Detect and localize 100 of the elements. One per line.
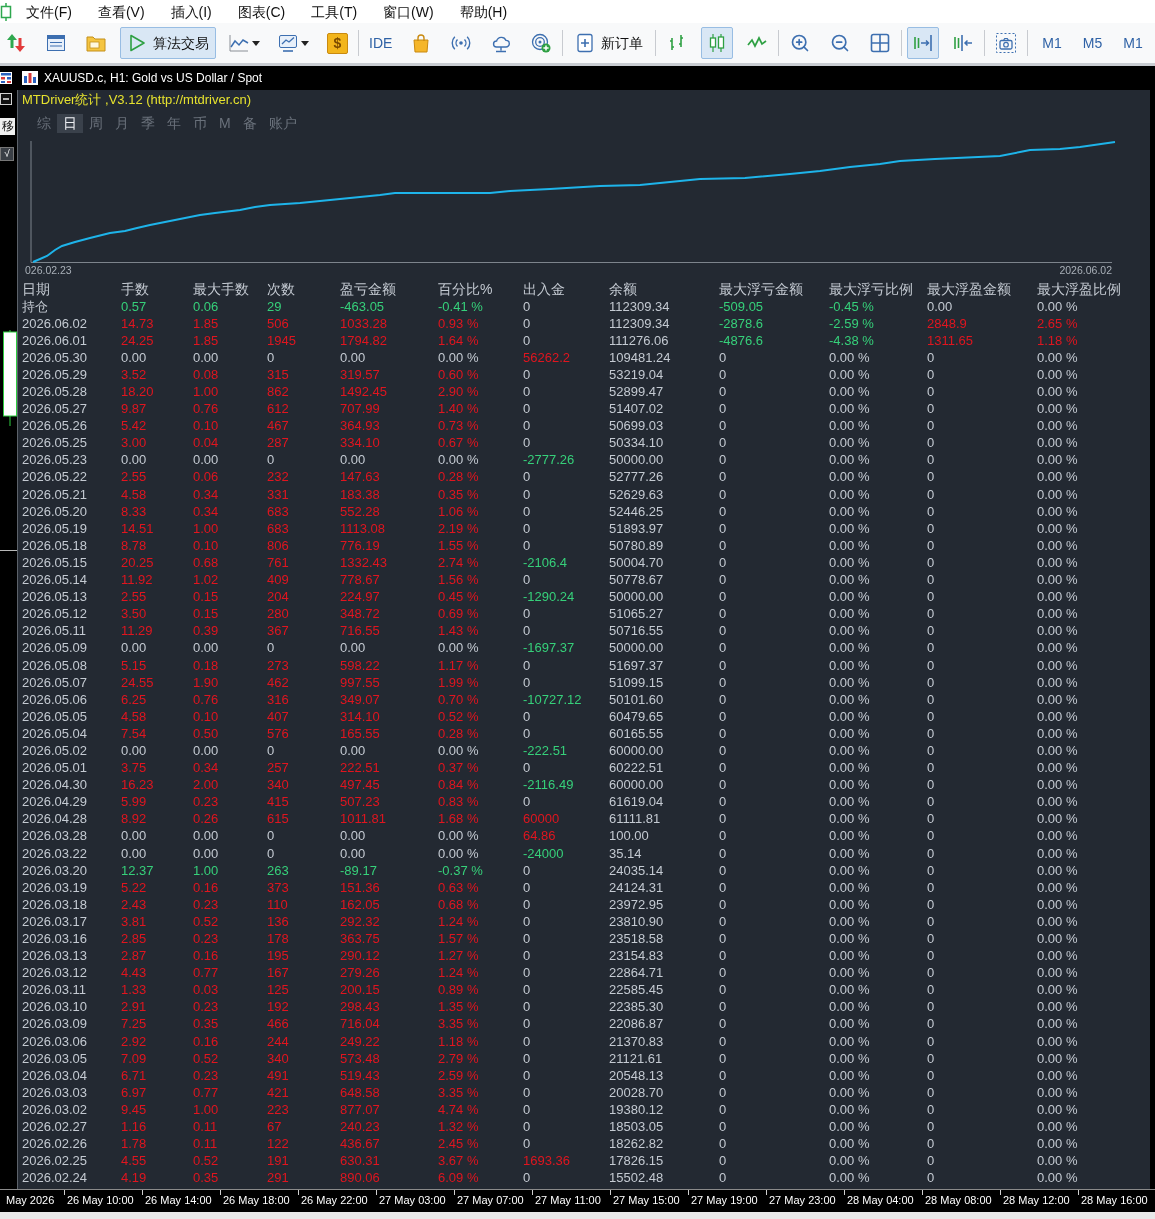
table-cell: 15502.48 [609, 1170, 664, 1187]
toolbar-button[interactable]: M1 [1037, 27, 1067, 59]
table-cell: 56262.2 [523, 349, 570, 366]
menu-item[interactable]: 查看(V) [97, 2, 145, 21]
table-cell: 0 [719, 623, 727, 640]
table-cell: 23154.83 [609, 948, 664, 965]
table-cell: 0 [719, 384, 727, 400]
table-cell: 0 [927, 879, 935, 896]
table-cell: 0.00 % [1037, 948, 1078, 965]
table-cell: 60165.55 [609, 725, 664, 742]
table-cell: 22585.45 [609, 982, 664, 999]
tab[interactable]: 日 [57, 114, 83, 133]
table-cell: 630.31 [340, 1153, 380, 1170]
table-cell: 16.23 [121, 777, 154, 794]
table-cell: 110 [267, 896, 288, 913]
table-cell: 0.00 % [1037, 913, 1078, 930]
menu-item[interactable]: 图表(C) [237, 2, 286, 21]
toolbar-button[interactable]: IDE [364, 27, 398, 59]
table-cell: 0.00 % [829, 486, 870, 503]
table-cell: 29 [267, 298, 282, 315]
table-cell: 2.59 % [438, 1067, 479, 1084]
table-cell: 273 [267, 657, 289, 674]
table-cell: 0.00 % [1037, 606, 1078, 623]
table-cell: 2.43 [121, 896, 147, 913]
table-cell: 0 [927, 845, 935, 862]
table-cell: 0 [523, 486, 531, 503]
side-button[interactable]: 移 [0, 118, 15, 135]
toolbar-button[interactable] [701, 27, 734, 59]
time-axis-label: 27 May 23:00 [769, 1193, 836, 1207]
table-cell: 263 [267, 862, 289, 879]
table-cell: 0.00 [340, 349, 366, 366]
table-cell: 2026.05.19 [22, 520, 88, 537]
time-axis-label: 27 May 07:00 [457, 1193, 524, 1207]
table-cell: 0.00 % [438, 845, 479, 862]
menu-item[interactable]: 窗口(W) [383, 2, 434, 21]
table-cell: 292.32 [340, 913, 380, 930]
table-cell: 0 [523, 572, 531, 589]
table-cell: 0.00 [340, 828, 366, 845]
table-cell: 1.17 % [438, 657, 479, 674]
table-cell: 151.36 [340, 879, 380, 896]
table-cell: 0.00 % [829, 1050, 870, 1067]
toolbar-button[interactable]: M5 [1077, 27, 1108, 59]
menu-item[interactable]: 帮助(H) [459, 2, 508, 21]
table-cell: 0.00 % [1037, 657, 1078, 674]
table-cell: 0 [927, 503, 935, 520]
time-axis-label: 27 May 11:00 [535, 1193, 601, 1207]
table-cell: 4.58 [121, 486, 147, 503]
table-cell: 125 [267, 982, 289, 999]
table-cell: 1.78 [121, 1136, 147, 1153]
table-cell: 0 [927, 1170, 935, 1187]
table-cell: -2106.4 [523, 554, 568, 571]
toolbar-button[interactable]: 算法交易 [120, 27, 216, 59]
table-cell: 0.00 % [1037, 1153, 1078, 1170]
table-cell: 0.68 [193, 554, 219, 571]
table-cell: 2.74 % [438, 554, 479, 571]
table-cell: 61111.81 [609, 811, 661, 828]
side-button[interactable]: √ [0, 147, 14, 161]
toolbar-button[interactable]: 新订单 [568, 27, 651, 59]
time-axis-label: 28 May 12:00 [1003, 1193, 1070, 1207]
table-cell: 0.45 % [438, 589, 479, 606]
table-cell: 0 [927, 725, 935, 742]
table-cell: 2.55 [121, 469, 147, 486]
table-cell: 2026.03.02 [22, 1101, 88, 1118]
tab[interactable]: 综 [31, 114, 57, 133]
table-cell: 51065.27 [609, 606, 664, 623]
table-cell: 0 [719, 469, 727, 486]
table-cell: 257 [267, 760, 289, 777]
table-cell: 0.00 % [1037, 435, 1078, 452]
table-cell: -4.38 % [829, 332, 874, 349]
table-cell: 0 [719, 435, 727, 452]
toolbar-button[interactable] [907, 27, 940, 59]
toolbar-button[interactable]: $ [327, 32, 348, 54]
table-cell: 2.85 [121, 931, 147, 947]
table-cell: 0.00 % [829, 349, 870, 366]
table-cell: 0 [927, 913, 935, 930]
table-cell: 50000.00 [609, 452, 664, 469]
table-cell: 0.34 [193, 503, 219, 520]
table-cell: 0.00 % [1037, 554, 1078, 571]
table-cell: 2026.03.05 [22, 1050, 88, 1067]
table-cell: 0 [927, 486, 935, 503]
table-cell: 2026.05.27 [22, 401, 88, 418]
toolbar-button[interactable]: M1 [1118, 27, 1148, 59]
table-cell: 0 [523, 1016, 531, 1033]
minimize-icon[interactable] [0, 93, 12, 105]
table-cell: 0 [523, 1084, 531, 1101]
table-cell: 14.51 [121, 520, 154, 537]
table-cell: 0.00 % [829, 948, 870, 965]
table-cell: 0.00 % [1037, 349, 1078, 366]
table-cell: 0.15 [193, 606, 219, 623]
menu-item[interactable]: 插入(I) [170, 2, 212, 21]
table-cell: 0 [267, 452, 275, 469]
table-cell: 0.00 % [1037, 743, 1078, 759]
table-cell: 11.29 [121, 623, 153, 640]
table-cell: 0.00 [193, 845, 219, 862]
table-cell: 0 [719, 1136, 727, 1153]
menu-item[interactable]: 文件(F) [26, 2, 72, 21]
table-cell: 0.00 % [1037, 999, 1078, 1016]
monitor-chart-icon [278, 33, 298, 53]
menu-item[interactable]: 工具(T) [311, 2, 358, 21]
table-cell: 2026.05.09 [22, 640, 88, 657]
